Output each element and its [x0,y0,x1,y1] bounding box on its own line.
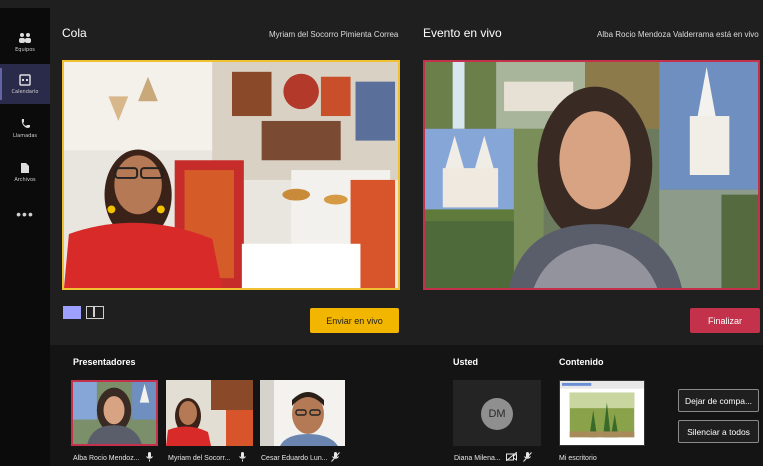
presenter-name: Myriam del Socorr... [168,455,231,462]
side-by-side-layout-button[interactable] [86,306,104,319]
content-tile[interactable] [559,380,645,446]
queue-title: Cola [62,26,87,40]
presenter-thumb-alba[interactable] [71,380,158,446]
file-icon [18,162,32,174]
finish-button[interactable]: Finalizar [690,308,760,333]
phone-icon [18,118,32,130]
live-status: Alba Rocio Mendoza Valderrama está en vi… [597,30,759,39]
rail-item-label: Equipos [15,46,35,53]
presenter-thumb-cesar[interactable] [260,380,345,446]
more-apps-icon[interactable]: ••• [0,206,50,222]
video-off-icon [505,451,518,463]
queue-presenter-name: Myriam del Socorro Pimienta Correa [269,30,399,39]
rail-item-label: Calendario [11,88,39,95]
content-name: Mi escritorio [559,455,597,462]
presenter-name: Alba Rocio Mendoz... [73,455,140,462]
mic-on-icon [239,452,246,464]
mute-all-button[interactable]: Silenciar a todos [678,420,759,443]
mic-off-icon [523,452,532,464]
presenter-name: Cesar Eduardo Lun... [261,455,328,462]
divider-icon [93,307,95,317]
you-title: Usted [453,357,479,367]
you-name: Diana Milena... [454,455,501,462]
rail-item-calls[interactable]: Llamadas [0,108,50,148]
presenter-thumb-myriam[interactable] [166,380,253,446]
rail-item-label: Archivos [14,176,36,183]
avatar: DM [481,398,513,430]
stop-sharing-button[interactable]: Dejar de compa... [678,389,759,412]
send-live-button[interactable]: Enviar en vivo [310,308,399,333]
single-layout-button[interactable] [63,306,81,319]
app-rail: Equipos Calendario Llamadas Archivos ••• [0,8,50,466]
live-video[interactable] [423,60,760,290]
rail-item-teams[interactable]: Equipos [0,22,50,62]
teams-icon [18,32,32,44]
rail-item-calendar[interactable]: Calendario [0,64,50,104]
calendar-icon [18,73,32,86]
queue-video[interactable] [62,60,400,290]
rail-item-files[interactable]: Archivos [0,152,50,192]
live-event-stage: Cola Myriam del Socorro Pimienta Correa … [50,8,763,466]
content-title: Contenido [559,357,604,367]
live-title: Evento en vivo [423,26,502,40]
presenters-title: Presentadores [73,357,136,367]
rail-item-label: Llamadas [12,132,38,139]
mic-on-icon [146,452,153,464]
you-tile[interactable]: DM [453,380,541,446]
mic-off-icon [331,452,340,464]
